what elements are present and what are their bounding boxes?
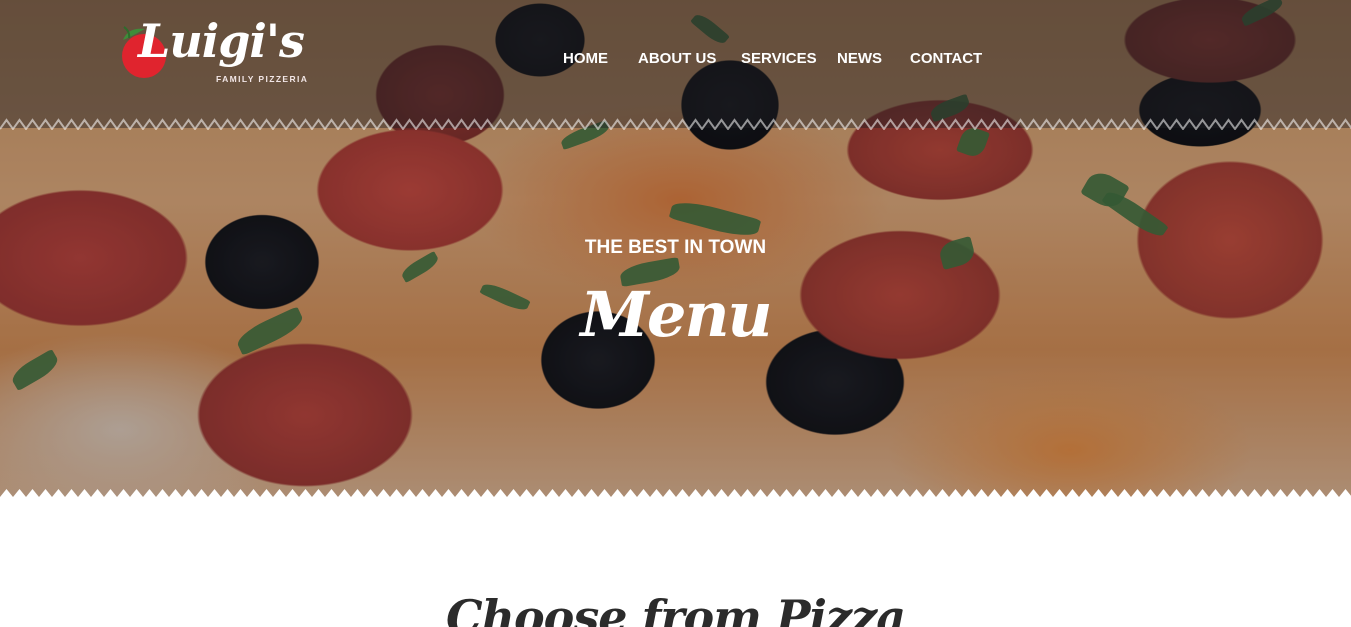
page-title: Menu — [580, 278, 772, 351]
hero-tagline: THE BEST IN TOWN — [584, 237, 767, 258]
nav-contact[interactable]: CONTACT — [910, 50, 982, 67]
hero-banner: Luigi's FAMILY PIZZERIA HOME ABOUT US SE… — [0, 0, 1351, 500]
brand-name: Luigi's — [138, 14, 305, 68]
header-zigzag-edge — [0, 118, 1351, 130]
nav-news[interactable]: NEWS — [837, 50, 882, 67]
brand-subtitle: FAMILY PIZZERIA — [216, 74, 309, 84]
hero-zigzag-edge — [0, 489, 1351, 500]
section-title: Choose from Pizza — [445, 590, 906, 627]
nav-home[interactable]: HOME — [563, 50, 608, 67]
nav-services[interactable]: SERVICES — [741, 50, 817, 67]
nav-about-us[interactable]: ABOUT US — [638, 50, 716, 67]
logo[interactable]: Luigi's FAMILY PIZZERIA — [118, 18, 318, 98]
